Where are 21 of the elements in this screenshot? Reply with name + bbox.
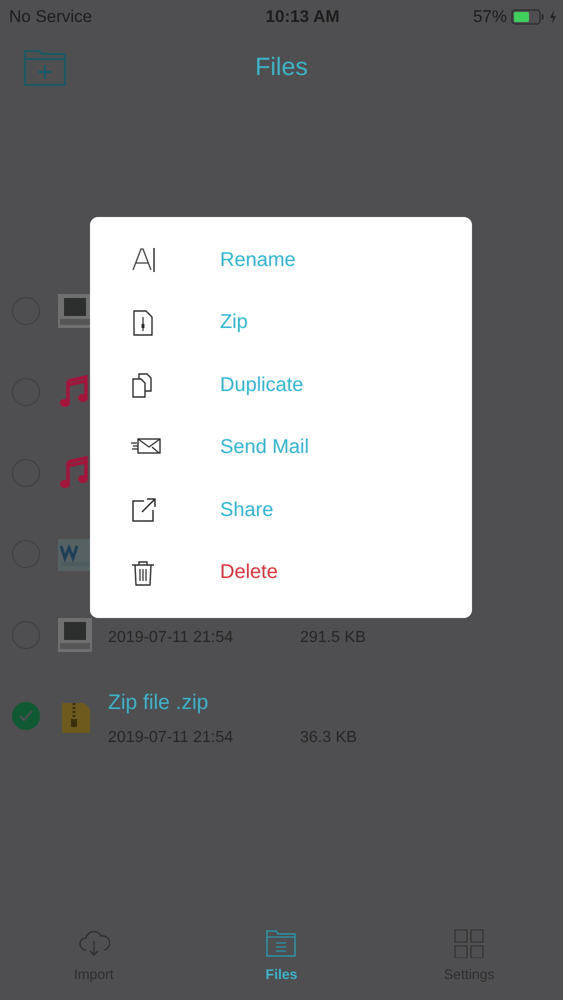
new-folder-button[interactable] [23,48,67,86]
file-thumbnail [58,536,92,570]
folder-icon [265,928,298,958]
tab-item[interactable]: Files [226,928,336,982]
checkmark-icon [19,710,33,722]
menu-item[interactable]: Duplicate [90,354,472,416]
cloud-download-icon [78,928,110,958]
file-thumbnail [58,618,92,652]
charging-icon [549,10,557,24]
grid-icon [453,928,486,958]
screen-title: Files [254,52,309,82]
menu-item[interactable]: Zip [90,292,472,354]
menu-item[interactable]: Delete [90,542,472,604]
file-name[interactable]: Zip file .zip [108,690,357,714]
file-thumbnail [58,294,92,328]
folder-plus-icon [23,48,67,86]
menu-item[interactable]: Share [90,479,472,542]
battery-icon [511,9,545,25]
menu-item[interactable]: Rename [90,229,472,292]
selection-checkbox[interactable] [12,702,40,730]
menu-item[interactable]: Send Mail [90,416,472,479]
